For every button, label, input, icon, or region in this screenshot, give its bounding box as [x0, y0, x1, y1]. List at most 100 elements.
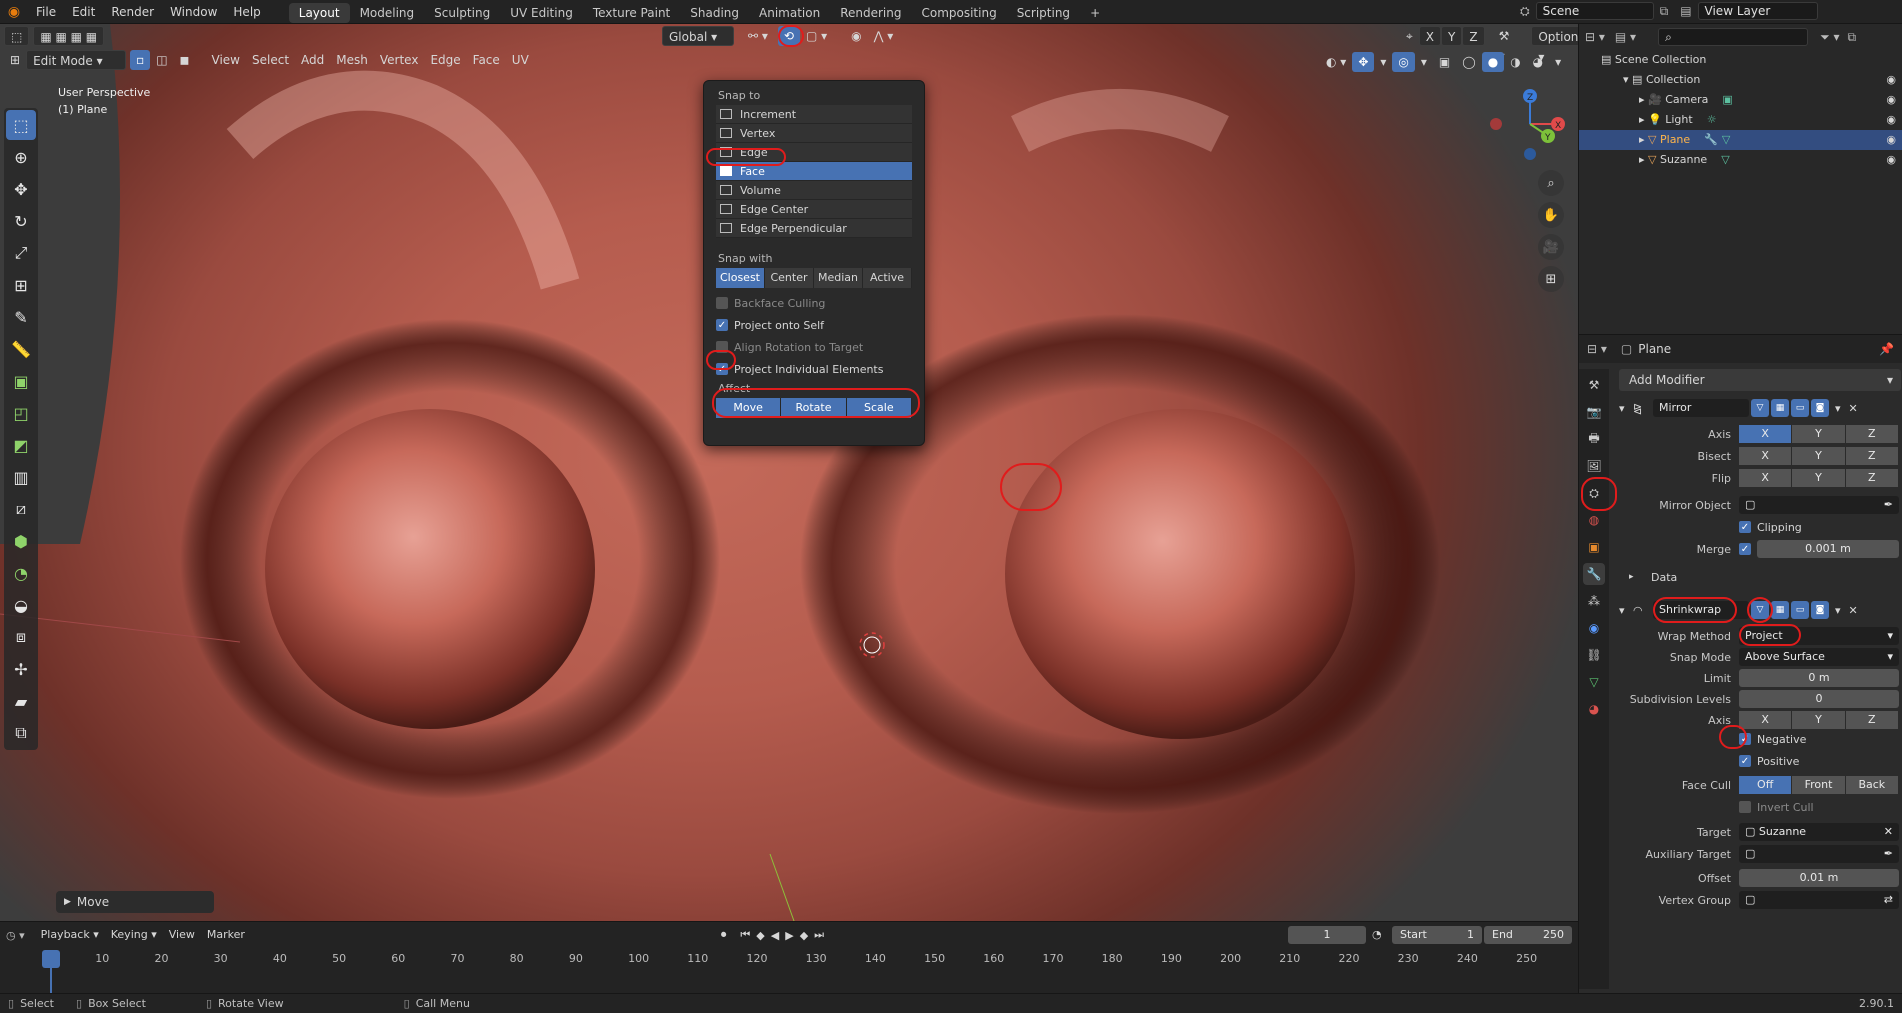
- menu-edge[interactable]: Edge: [424, 50, 466, 70]
- rotate-tool-icon[interactable]: ↻: [6, 206, 36, 236]
- editor-type-icon[interactable]: ⊟ ▾: [1585, 30, 1605, 44]
- particles-tab-icon[interactable]: ⁂: [1583, 590, 1605, 612]
- output-tab-icon[interactable]: 🖶: [1583, 428, 1605, 450]
- new-collection-icon[interactable]: ⧉: [1848, 30, 1857, 45]
- snap-increment[interactable]: Increment: [716, 105, 912, 124]
- editor-type-icon[interactable]: ⊟ ▾: [1587, 342, 1607, 356]
- mirror-name-field[interactable]: Mirror: [1653, 399, 1749, 417]
- snap-toggle-icon[interactable]: ⟲: [777, 26, 800, 46]
- tab-rendering[interactable]: Rendering: [830, 3, 911, 23]
- render-tab-icon[interactable]: 📷: [1583, 401, 1605, 423]
- edit-mode-toggle-icon[interactable]: ▽: [1751, 399, 1769, 417]
- target-field[interactable]: ▢ Suzanne ✕: [1739, 823, 1899, 841]
- outliner-row-collection[interactable]: ▾ ▤ Collection ◉: [1579, 70, 1902, 90]
- overlay-dropdown-icon[interactable]: ▾: [1415, 52, 1433, 72]
- options-dropdown[interactable]: Options ▾: [1531, 26, 1578, 64]
- falloff-icon[interactable]: ⋀ ▾: [868, 26, 900, 46]
- visibility-icon[interactable]: ◐ ▾: [1320, 52, 1352, 72]
- render-toggle-icon[interactable]: ◙: [1811, 601, 1829, 619]
- scale-tool-icon[interactable]: ⤢: [6, 238, 36, 268]
- transform-orientation-dropdown[interactable]: Global ▾: [662, 26, 734, 46]
- shrinkwrap-modifier-header[interactable]: ▾ ◠ Shrinkwrap ▽ ▦ ▭ ◙ ▾ ✕: [1619, 599, 1899, 621]
- remove-modifier-icon[interactable]: ✕: [1849, 402, 1858, 415]
- inset-tool-icon[interactable]: ◰: [6, 398, 36, 428]
- object-tab-icon[interactable]: ▣: [1583, 536, 1605, 558]
- proportional-edit-icon[interactable]: ◉: [845, 26, 867, 46]
- rip-tool-icon[interactable]: ⧉: [6, 718, 36, 748]
- tab-uv-editing[interactable]: UV Editing: [500, 3, 583, 23]
- eye-icon[interactable]: ◉: [1886, 110, 1896, 130]
- positive-checkbox[interactable]: ✓: [1739, 755, 1751, 767]
- frame-ruler[interactable]: 1102030405060708090100110120130140150160…: [0, 922, 1578, 994]
- backface-culling-checkbox[interactable]: Backface Culling: [716, 292, 912, 314]
- tab-layout[interactable]: Layout: [288, 2, 350, 23]
- new-scene-icon[interactable]: ⧉: [1660, 4, 1669, 19]
- mirror-axis-z[interactable]: Z: [1845, 425, 1899, 443]
- auxiliary-target-field[interactable]: ▢ ✒: [1739, 845, 1899, 863]
- viewport-toggle-icon[interactable]: ▭: [1791, 399, 1809, 417]
- menu-render[interactable]: Render: [103, 0, 162, 24]
- menu-mesh[interactable]: Mesh: [330, 50, 374, 70]
- outliner-row-light[interactable]: ▸ 💡 Light ☼ ◉: [1579, 110, 1902, 130]
- menu-face[interactable]: Face: [467, 50, 506, 70]
- face-cull-back[interactable]: Back: [1845, 776, 1899, 794]
- invert-icon[interactable]: ⇄: [1884, 891, 1899, 909]
- shrinkwrap-axis-z[interactable]: Z: [1845, 711, 1899, 729]
- mirror-axis-icon[interactable]: ⌖: [1400, 26, 1419, 46]
- tab-scripting[interactable]: Scripting: [1007, 3, 1080, 23]
- xray-icon[interactable]: ▣: [1433, 52, 1456, 72]
- shrinkwrap-axis-x[interactable]: X: [1739, 711, 1793, 729]
- smooth-tool-icon[interactable]: ◒: [6, 590, 36, 620]
- shading-material-icon[interactable]: ◑: [1504, 52, 1526, 72]
- edge-slide-tool-icon[interactable]: ⧈: [6, 622, 36, 652]
- affect-scale[interactable]: Scale: [846, 398, 912, 418]
- menu-select[interactable]: Select: [246, 50, 295, 70]
- clear-target-icon[interactable]: ✕: [1884, 823, 1899, 841]
- negative-checkbox[interactable]: ✓: [1739, 733, 1751, 745]
- tab-sculpting[interactable]: Sculpting: [424, 3, 500, 23]
- tab-modeling[interactable]: Modeling: [350, 3, 425, 23]
- offset-field[interactable]: 0.01 m: [1739, 869, 1899, 887]
- menu-vertex[interactable]: Vertex: [374, 50, 425, 70]
- outliner-search-input[interactable]: ⌕: [1658, 28, 1809, 46]
- shrinkwrap-axis-y[interactable]: Y: [1792, 711, 1846, 729]
- edit-mode-toggle-icon[interactable]: ▽: [1751, 601, 1769, 619]
- bisect-x[interactable]: X: [1739, 447, 1793, 465]
- mirror-z-toggle[interactable]: Z: [1462, 26, 1485, 46]
- move-tool-icon[interactable]: ✥: [6, 174, 36, 204]
- modifier-tab-icon[interactable]: 🔧: [1583, 563, 1605, 585]
- outliner-row-camera[interactable]: ▸ 🎥 Camera ▣ ◉: [1579, 90, 1902, 110]
- mirror-object-field[interactable]: ▢ ✒: [1739, 496, 1899, 514]
- menu-edit[interactable]: Edit: [64, 0, 103, 24]
- overlay-icon[interactable]: ◎: [1392, 52, 1415, 72]
- knife-tool-icon[interactable]: ⧄: [6, 494, 36, 524]
- shading-render-icon[interactable]: ◕: [1527, 52, 1549, 72]
- loop-cut-tool-icon[interactable]: ▥: [6, 462, 36, 492]
- viewport-toggle-icon[interactable]: ▭: [1791, 601, 1809, 619]
- snap-edge-center[interactable]: Edge Center: [716, 200, 912, 219]
- snap-face[interactable]: Face: [716, 162, 912, 181]
- tab-animation[interactable]: Animation: [749, 3, 830, 23]
- merge-distance-field[interactable]: 0.001 m: [1757, 540, 1899, 558]
- select-box-tool-icon[interactable]: ⬚: [6, 110, 36, 140]
- shrinkwrap-name-field[interactable]: Shrinkwrap: [1653, 601, 1749, 619]
- scene-tab-icon[interactable]: ⛭: [1583, 482, 1605, 504]
- snap-with-active[interactable]: Active: [863, 268, 912, 288]
- shading-solid-icon[interactable]: ●: [1481, 52, 1505, 72]
- annotate-tool-icon[interactable]: ✎: [6, 302, 36, 332]
- mirror-x-toggle[interactable]: X: [1418, 26, 1441, 46]
- world-tab-icon[interactable]: ◍: [1583, 509, 1605, 531]
- limit-field[interactable]: 0 m: [1739, 669, 1899, 687]
- snap-mode-dropdown[interactable]: Above Surface ▾: [1739, 648, 1899, 666]
- view-layer-tab-icon[interactable]: 🖼: [1583, 455, 1605, 477]
- select-mode-icons[interactable]: ▦ ▦ ▦ ▦: [33, 26, 105, 46]
- spin-tool-icon[interactable]: ◔: [6, 558, 36, 588]
- wrap-method-dropdown[interactable]: Project ▾: [1739, 627, 1899, 645]
- snap-with-center[interactable]: Center: [765, 268, 814, 288]
- snap-with-closest[interactable]: Closest: [716, 268, 765, 288]
- tab-shading[interactable]: Shading: [680, 3, 749, 23]
- project-onto-self-checkbox[interactable]: ✓ Project onto Self: [716, 314, 912, 336]
- mirror-y-toggle[interactable]: Y: [1441, 26, 1463, 46]
- menu-window[interactable]: Window: [162, 0, 225, 24]
- modifier-menu-icon[interactable]: ▾: [1835, 402, 1841, 415]
